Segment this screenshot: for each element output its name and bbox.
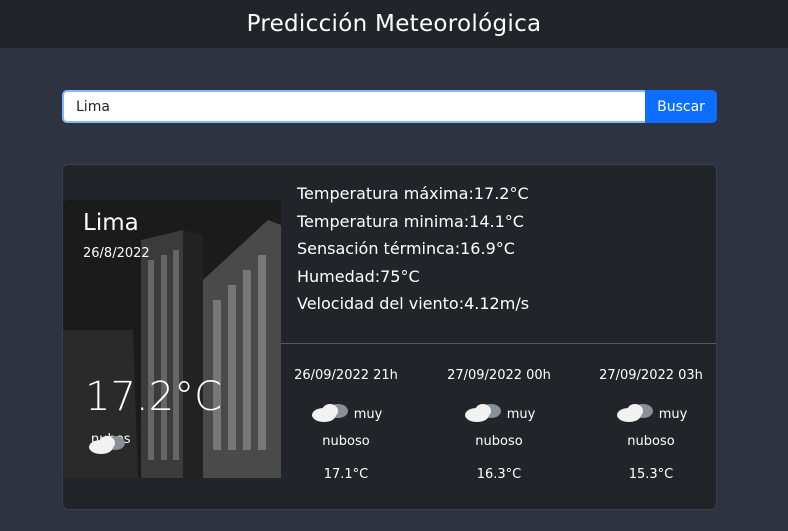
current-date: 26/8/2022	[83, 246, 150, 261]
forecast-item: 26/09/2022 21h muy nuboso 17.1°C	[281, 368, 411, 482]
forecast-desc-line1: muy	[506, 406, 536, 422]
forecast-desc-line1: muy	[658, 406, 688, 422]
feels-like: Sensación términca:16.9°C	[297, 239, 515, 258]
divider	[281, 343, 716, 344]
weather-details: Temperatura máxima:17.2°C Temperatura mi…	[297, 184, 530, 323]
cloud-icon	[615, 400, 657, 428]
max-temperature: Temperatura máxima:17.2°C	[297, 184, 529, 203]
current-condition: nubes	[87, 432, 131, 454]
city-name: Lima	[83, 210, 139, 236]
cloud-icon	[310, 400, 352, 428]
forecast-desc-line2: nuboso	[475, 434, 523, 449]
current-temperature: 17.2°C	[85, 374, 222, 420]
weather-card: Lima 26/8/2022 17.2°C nubes Temperatura …	[62, 164, 717, 510]
min-temperature: Temperatura minima:14.1°C	[297, 211, 524, 231]
cloud-icon	[463, 400, 505, 428]
forecast-temperature: 16.3°C	[476, 467, 522, 482]
forecast-datetime: 27/09/2022 03h	[599, 368, 703, 383]
forecast-datetime: 26/09/2022 21h	[294, 368, 398, 383]
forecast-temperature: 17.1°C	[323, 467, 369, 482]
forecast-datetime: 27/09/2022 00h	[447, 368, 551, 383]
forecast-desc-line2: nuboso	[322, 434, 370, 449]
wind-speed: Velocidad del viento:4.12m/s	[297, 294, 530, 313]
forecast-item: 27/09/2022 03h muy nuboso 15.3°C	[586, 368, 716, 482]
forecast-item: 27/09/2022 00h muy nuboso 16.3°C	[434, 368, 564, 482]
city-photo-panel: Lima 26/8/2022 17.2°C nubes	[63, 200, 281, 478]
search-input[interactable]	[62, 90, 645, 123]
search-button[interactable]: Buscar	[645, 90, 717, 123]
page-title: Predicción Meteorológica	[246, 11, 542, 37]
forecast-desc-line1: muy	[353, 406, 383, 422]
app-header: Predicción Meteorológica	[0, 0, 788, 48]
search-bar: Buscar	[62, 90, 717, 123]
forecast-temperature: 15.3°C	[628, 467, 674, 482]
forecast-desc-line2: nuboso	[627, 434, 675, 449]
humidity: Humedad:75°C	[297, 266, 420, 286]
